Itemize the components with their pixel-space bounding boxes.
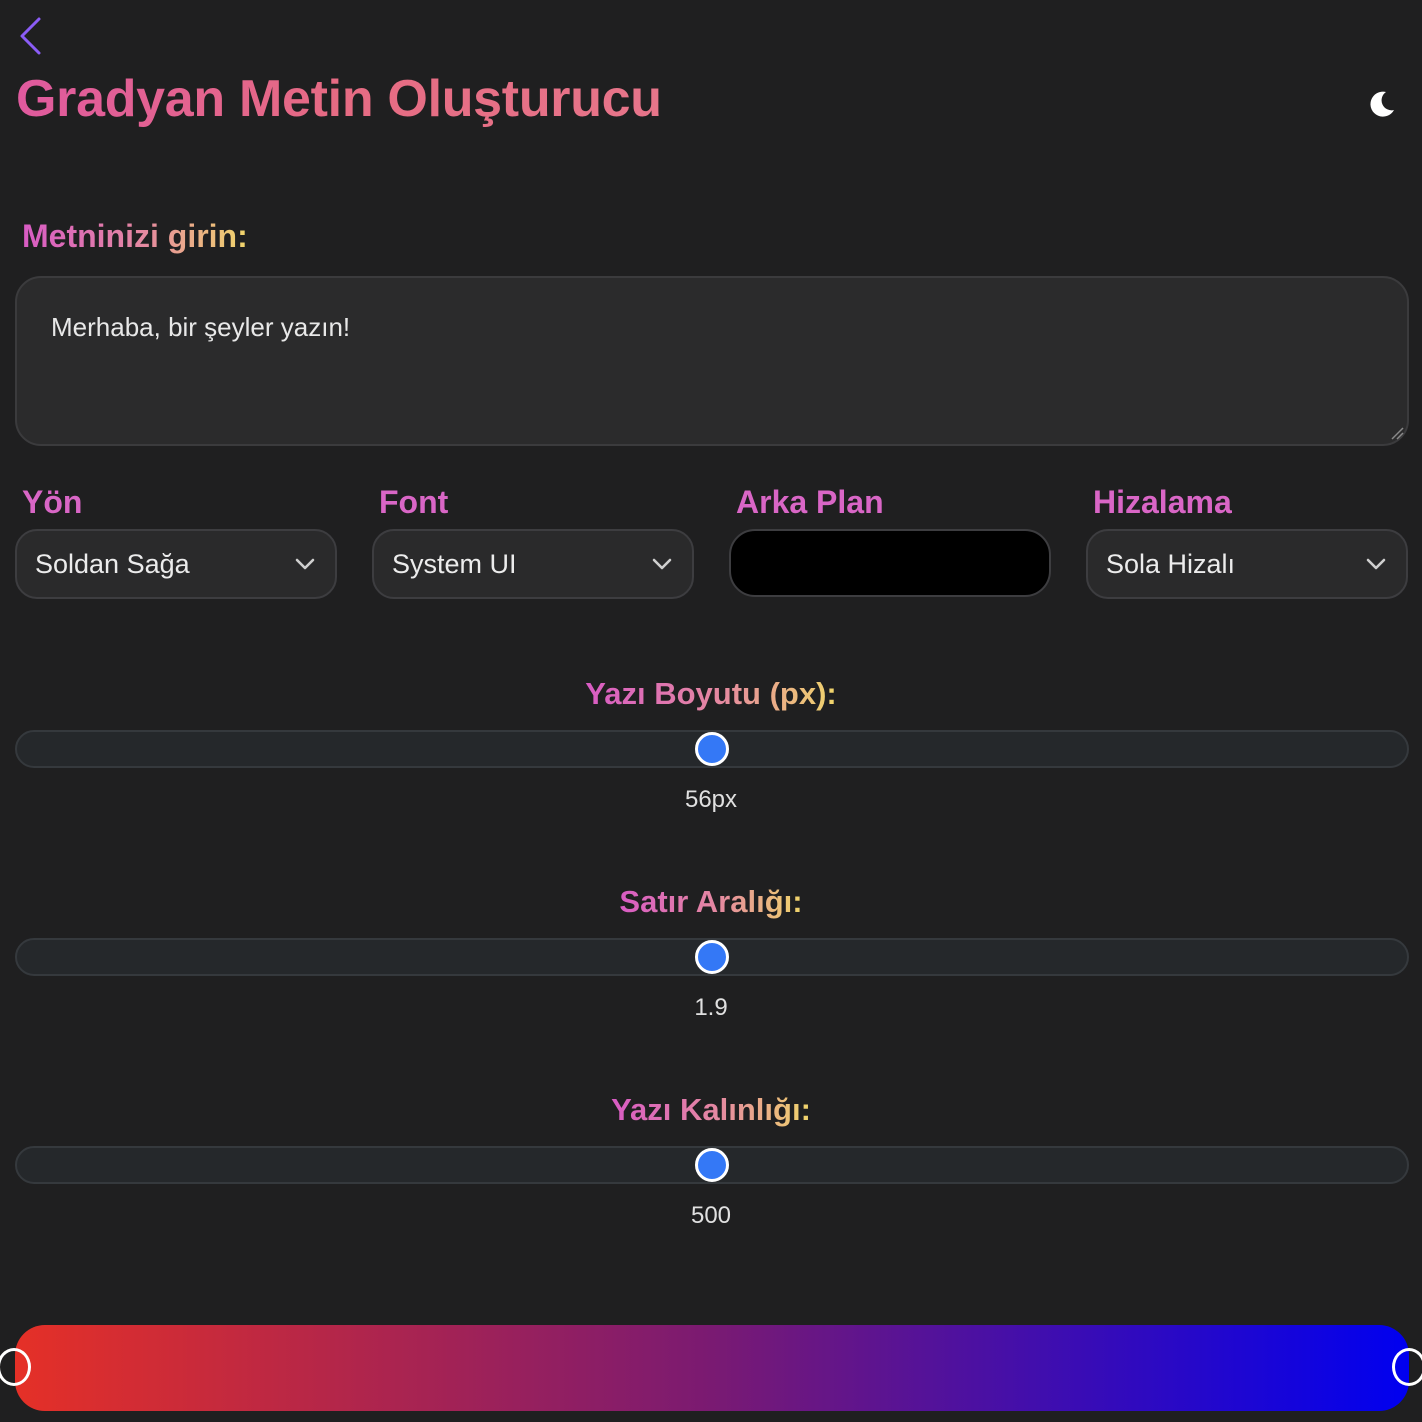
page-title: Gradyan Metin Oluşturucu [16, 68, 662, 130]
chevron-down-icon [650, 552, 674, 576]
font-weight-value: 500 [690, 1202, 732, 1229]
direction-label: Yön [22, 484, 83, 520]
font-value: System UI [392, 548, 517, 579]
back-button[interactable] [14, 14, 46, 58]
text-input-field[interactable]: Merhaba, bir şeyler yazın! [15, 276, 1409, 446]
line-height-slider[interactable] [15, 938, 1409, 976]
chevron-down-icon [293, 552, 317, 576]
chevron-down-icon [1364, 552, 1388, 576]
font-size-slider[interactable] [15, 730, 1409, 768]
font-weight-slider-label: Yazı Kalınlığı: [611, 1092, 811, 1127]
theme-toggle-button[interactable] [1362, 84, 1402, 124]
alignment-label: Hizalama [1093, 484, 1232, 520]
direction-select[interactable]: Soldan Sağa [15, 529, 337, 599]
resize-grip-icon[interactable] [1390, 426, 1404, 440]
font-weight-slider-thumb[interactable] [695, 1148, 729, 1182]
font-size-value: 56px [684, 786, 738, 813]
font-select[interactable]: System UI [372, 529, 694, 599]
text-input-label: Metninizi girin: [22, 218, 248, 254]
moon-icon [1370, 91, 1394, 117]
alignment-select[interactable]: Sola Hizalı [1086, 529, 1408, 599]
background-color-picker[interactable] [729, 529, 1051, 597]
gradient-text-generator: Gradyan Metin Oluşturucu Metninizi girin… [0, 0, 1422, 1422]
gradient-stop-end-handle[interactable] [1392, 1348, 1422, 1386]
alignment-value: Sola Hizalı [1106, 548, 1236, 579]
line-height-value: 1.9 [694, 994, 728, 1021]
font-label: Font [379, 484, 449, 520]
font-size-slider-label: Yazı Boyutu (px): [585, 676, 837, 711]
line-height-slider-thumb[interactable] [695, 940, 729, 974]
background-label: Arka Plan [736, 484, 884, 520]
line-height-slider-label: Satır Aralığı: [619, 884, 803, 919]
direction-value: Soldan Sağa [35, 548, 190, 579]
chevron-left-icon [20, 17, 41, 55]
gradient-color-bar[interactable] [15, 1325, 1409, 1411]
font-size-slider-thumb[interactable] [695, 732, 729, 766]
font-weight-slider[interactable] [15, 1146, 1409, 1184]
